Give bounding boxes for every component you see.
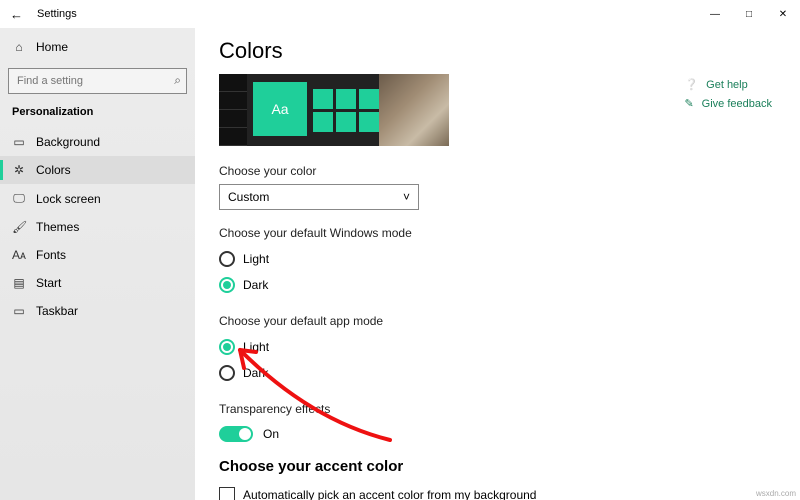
sidebar-item-fonts[interactable]: Aᴀ Fonts	[0, 241, 195, 269]
sidebar-item-lockscreen[interactable]: 🖵 Lock screen	[0, 184, 195, 213]
maximize-button[interactable]: □	[732, 0, 766, 28]
taskbar-icon: ▭	[12, 304, 26, 318]
chevron-down-icon: ˅	[403, 190, 410, 204]
choose-color-value: Custom	[228, 190, 269, 204]
help-links: ❔ Get help ✎ Give feedback	[684, 78, 772, 116]
radio-label: Dark	[243, 366, 268, 380]
category-label: Personalization	[0, 104, 195, 128]
choose-color-select[interactable]: Custom ˅	[219, 184, 419, 210]
radio-icon	[219, 277, 235, 293]
windows-mode-dark[interactable]: Dark	[219, 272, 776, 298]
app-mode-label: Choose your default app mode	[219, 314, 776, 328]
sidebar: ⌂ Home ⌕ Personalization ▭ Background ✲ …	[0, 28, 195, 500]
sidebar-item-start[interactable]: ▤ Start	[0, 269, 195, 297]
radio-label: Dark	[243, 278, 268, 292]
home-label: Home	[36, 40, 68, 54]
sidebar-item-label: Background	[36, 135, 100, 149]
radio-icon	[219, 339, 235, 355]
get-help-link[interactable]: ❔ Get help	[684, 78, 772, 91]
sidebar-item-label: Fonts	[36, 248, 66, 262]
accent-title: Choose your accent color	[219, 458, 776, 475]
radio-label: Light	[243, 252, 269, 266]
home-icon: ⌂	[12, 40, 26, 54]
palette-icon: ✲	[12, 163, 26, 177]
lockscreen-icon: 🖵	[12, 191, 26, 206]
color-preview: Aa	[219, 74, 449, 146]
radio-label: Light	[243, 340, 269, 354]
transparency-label: Transparency effects	[219, 402, 776, 416]
minimize-button[interactable]: —	[698, 0, 732, 28]
sidebar-item-themes[interactable]: 🖌 Themes	[0, 213, 195, 241]
search-icon: ⌕	[174, 73, 181, 88]
sidebar-item-label: Lock screen	[36, 192, 101, 206]
image-icon: ▭	[12, 135, 26, 149]
feedback-label: Give feedback	[702, 98, 772, 110]
app-title: Settings	[37, 8, 77, 20]
sidebar-item-colors[interactable]: ✲ Colors	[0, 156, 195, 184]
titlebar: ← Settings — □ ✕	[0, 0, 800, 28]
home-button[interactable]: ⌂ Home	[0, 34, 195, 60]
back-button[interactable]: ←	[10, 7, 23, 22]
search-wrap: ⌕	[8, 68, 187, 94]
transparency-value: On	[263, 427, 279, 441]
checkbox-icon	[219, 487, 235, 500]
app-mode-dark[interactable]: Dark	[219, 360, 776, 386]
feedback-icon: ✎	[684, 97, 693, 110]
help-icon: ❔	[684, 78, 698, 91]
fonts-icon: Aᴀ	[12, 248, 26, 262]
help-label: Get help	[706, 79, 748, 91]
preview-taskbar	[219, 74, 247, 146]
choose-color-label: Choose your color	[219, 164, 776, 178]
transparency-toggle[interactable]	[219, 426, 253, 442]
preview-start-grid	[313, 74, 379, 146]
windows-mode-light[interactable]: Light	[219, 246, 776, 272]
sidebar-item-taskbar[interactable]: ▭ Taskbar	[0, 297, 195, 325]
sidebar-item-label: Start	[36, 276, 61, 290]
window-controls: — □ ✕	[698, 0, 800, 28]
radio-icon	[219, 251, 235, 267]
close-button[interactable]: ✕	[766, 0, 800, 28]
windows-mode-label: Choose your default Windows mode	[219, 226, 776, 240]
sidebar-item-label: Themes	[36, 220, 79, 234]
auto-accent-checkbox-row[interactable]: Automatically pick an accent color from …	[219, 483, 776, 500]
themes-icon: 🖌	[12, 220, 26, 234]
checkbox-label: Automatically pick an accent color from …	[243, 488, 536, 500]
app-mode-light[interactable]: Light	[219, 334, 776, 360]
sidebar-item-background[interactable]: ▭ Background	[0, 128, 195, 156]
preview-desktop	[379, 74, 449, 146]
page-title: Colors	[219, 38, 776, 64]
sidebar-item-label: Colors	[36, 163, 71, 177]
search-input[interactable]	[8, 68, 187, 94]
sidebar-item-label: Taskbar	[36, 304, 78, 318]
start-icon: ▤	[12, 276, 26, 290]
give-feedback-link[interactable]: ✎ Give feedback	[684, 97, 772, 110]
preview-tile: Aa	[253, 82, 307, 136]
watermark: wsxdn.com	[756, 489, 796, 498]
radio-icon	[219, 365, 235, 381]
